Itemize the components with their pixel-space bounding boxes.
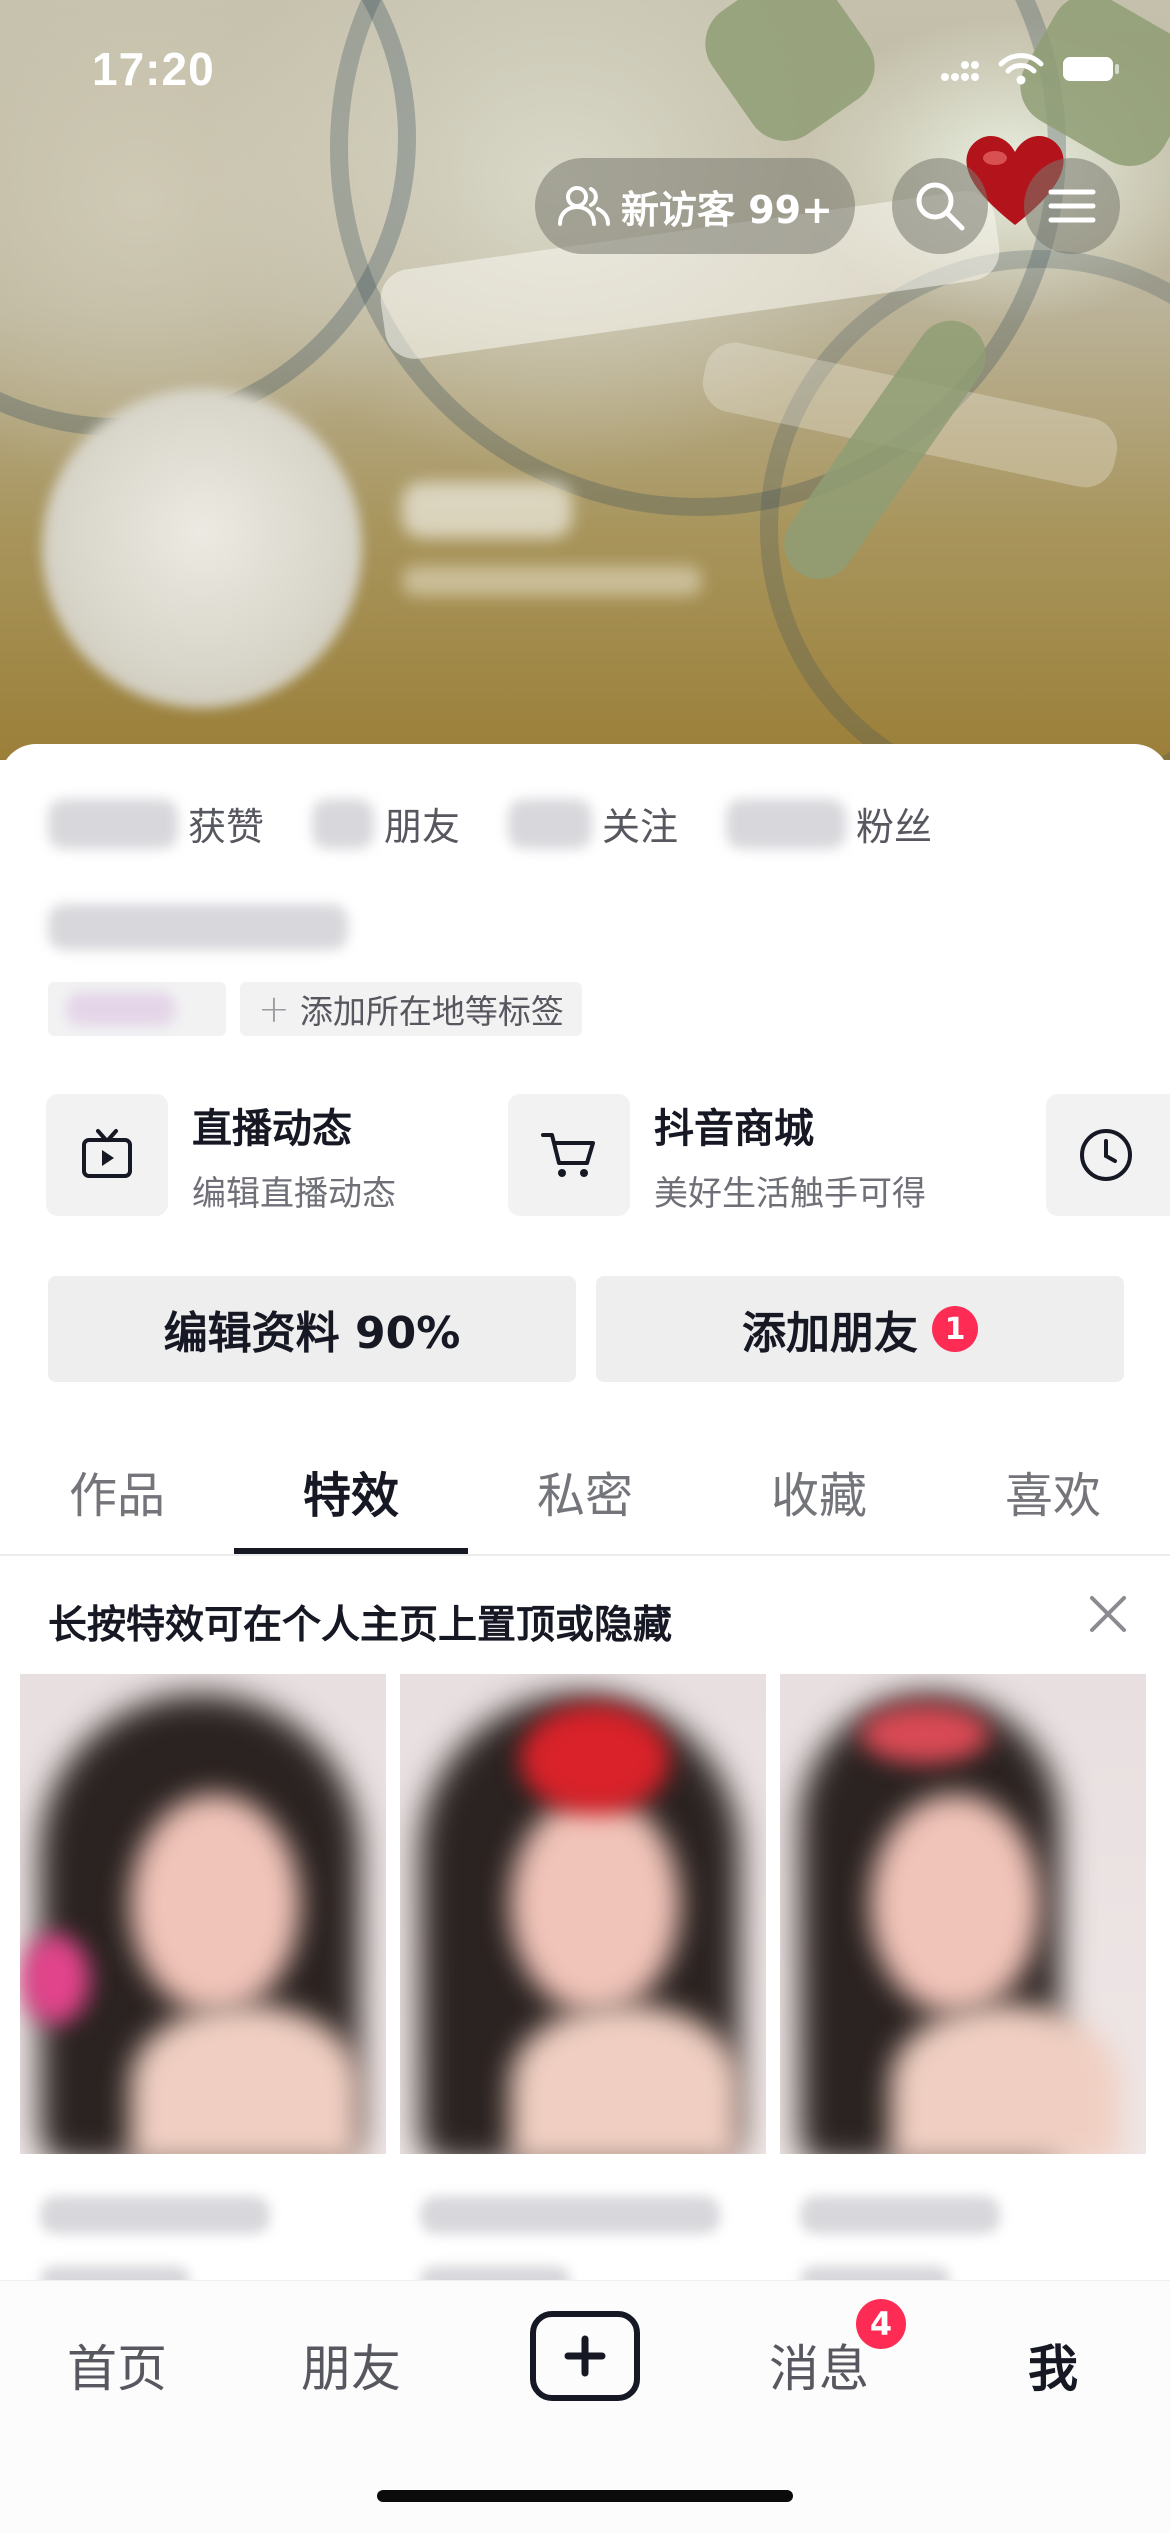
service-subtitle: 编辑直播动态 [192,1173,396,1214]
close-icon[interactable] [1080,1586,1136,1642]
service-douyin-mall[interactable]: 抖音商城 美好生活触手可得 [508,1094,970,1216]
add-friend-badge: 1 [932,1306,978,1352]
effect-thumbnail [20,1674,386,2154]
plus-icon: + [258,987,290,1031]
thumb-shape [860,1704,990,1764]
status-icons [940,52,1120,86]
stat-value-redacted [48,798,178,849]
search-icon [916,182,965,231]
stat-label: 朋友 [384,805,461,849]
stat-value-redacted [726,798,847,849]
profile-tabs: 作品 特效 私密 收藏 喜欢 [0,1444,1170,1556]
stat-followers[interactable]: 粉丝 [726,796,932,851]
profile-stats: 获赞 朋友 关注 粉丝 [48,796,980,851]
clock-icon [1080,1129,1132,1181]
service-icon-box [508,1094,630,1216]
thumb-shape [130,2004,360,2154]
nav-home[interactable]: 首页 [0,2329,234,2401]
new-visitors-label: 新访客 99+ [621,187,833,232]
create-button[interactable] [530,2311,640,2401]
pin-hint-text: 长按特效可在个人主页上置顶或隐藏 [48,1603,673,1648]
wifi-icon [998,53,1044,85]
tab-private[interactable]: 私密 [468,1444,702,1554]
service-history[interactable] [1046,1094,1170,1216]
thumb-shape [510,1794,680,2014]
tab-likes[interactable]: 喜欢 [936,1444,1170,1554]
cellular-signal-icon [941,61,979,81]
new-visitors-button[interactable]: 新访客 99+ [535,158,855,254]
thumb-shape [130,1794,300,2014]
effect-item[interactable] [780,1674,1146,2298]
nav-friends[interactable]: 朋友 [234,2329,468,2401]
tab-effects[interactable]: 特效 [234,1444,468,1554]
add-tag-label: 添加所在地等标签 [299,992,564,1031]
thumb-shape [520,1704,670,1814]
stat-value-redacted [508,798,593,849]
effect-item[interactable] [400,1674,766,2298]
edit-profile-button[interactable]: 编辑资料 90% [48,1276,576,1382]
profile-id-redacted [402,566,702,596]
thumb-shape [20,1934,90,2024]
tv-icon [82,1129,132,1178]
add-location-tag-button[interactable]: + 添加所在地等标签 [240,982,582,1036]
profile-tags: + 添加所在地等标签 [48,982,582,1036]
add-friend-label: 添加朋友 [742,1308,918,1359]
bio-redacted [48,904,348,950]
service-subtitle: 美好生活触手可得 [654,1173,926,1214]
service-shortcuts: 直播动态 编辑直播动态 抖音商城 美好生活触手可得 [46,1094,970,1216]
stat-label: 粉丝 [856,805,933,849]
effect-title-redacted [800,2196,1000,2234]
tab-works[interactable]: 作品 [0,1444,234,1554]
tag-value-redacted [66,992,176,1026]
nav-me[interactable]: 我 [936,2329,1170,2401]
service-title: 直播动态 [192,1105,352,1152]
avatar[interactable] [42,388,362,708]
stat-likes[interactable]: 获赞 [48,796,264,851]
effect-thumbnail [780,1674,1146,2154]
gender-age-tag [48,982,226,1036]
effects-grid [0,1674,1170,2298]
service-icon-box [46,1094,168,1216]
stat-label: 关注 [602,805,679,849]
service-live-updates[interactable]: 直播动态 编辑直播动态 [46,1094,508,1216]
status-time: 17:20 [92,43,215,95]
profile-name-redacted [402,482,572,538]
thumb-shape [870,1794,1040,2014]
visitors-icon [558,186,611,226]
cart-icon [541,1133,595,1177]
effect-title-redacted [420,2196,720,2234]
stat-friends[interactable]: 朋友 [312,796,460,851]
effect-item[interactable] [20,1674,386,2298]
search-button[interactable] [892,158,988,254]
effect-thumbnail [400,1674,766,2154]
stat-following[interactable]: 关注 [508,796,678,851]
thumb-shape [890,2004,1120,2154]
thumb-shape [510,2004,740,2154]
stat-value-redacted [312,798,375,849]
home-indicator [377,2490,793,2502]
service-title: 抖音商城 [654,1105,814,1152]
menu-button[interactable] [1024,158,1120,254]
plus-icon [564,2335,606,2377]
effect-title-redacted [40,2196,270,2234]
profile-banner[interactable]: 17:20 新访客 99+ [0,0,1170,760]
stat-label: 获赞 [188,805,265,849]
menu-icon [1048,189,1096,223]
nav-messages[interactable]: 消息 [702,2329,936,2401]
profile-card: 获赞 朋友 关注 粉丝 + 添加所在地等标签 直播动态 编辑直播动态 抖音商城 … [0,744,1170,2532]
profile-actions: 编辑资料 90% 添加朋友 1 [48,1276,1124,1382]
add-friend-button[interactable]: 添加朋友 1 [596,1276,1124,1382]
edit-profile-label: 编辑资料 90% [163,1308,461,1359]
messages-badge: 4 [856,2299,906,2349]
tab-favorites[interactable]: 收藏 [702,1444,936,1554]
battery-icon [1063,57,1119,81]
